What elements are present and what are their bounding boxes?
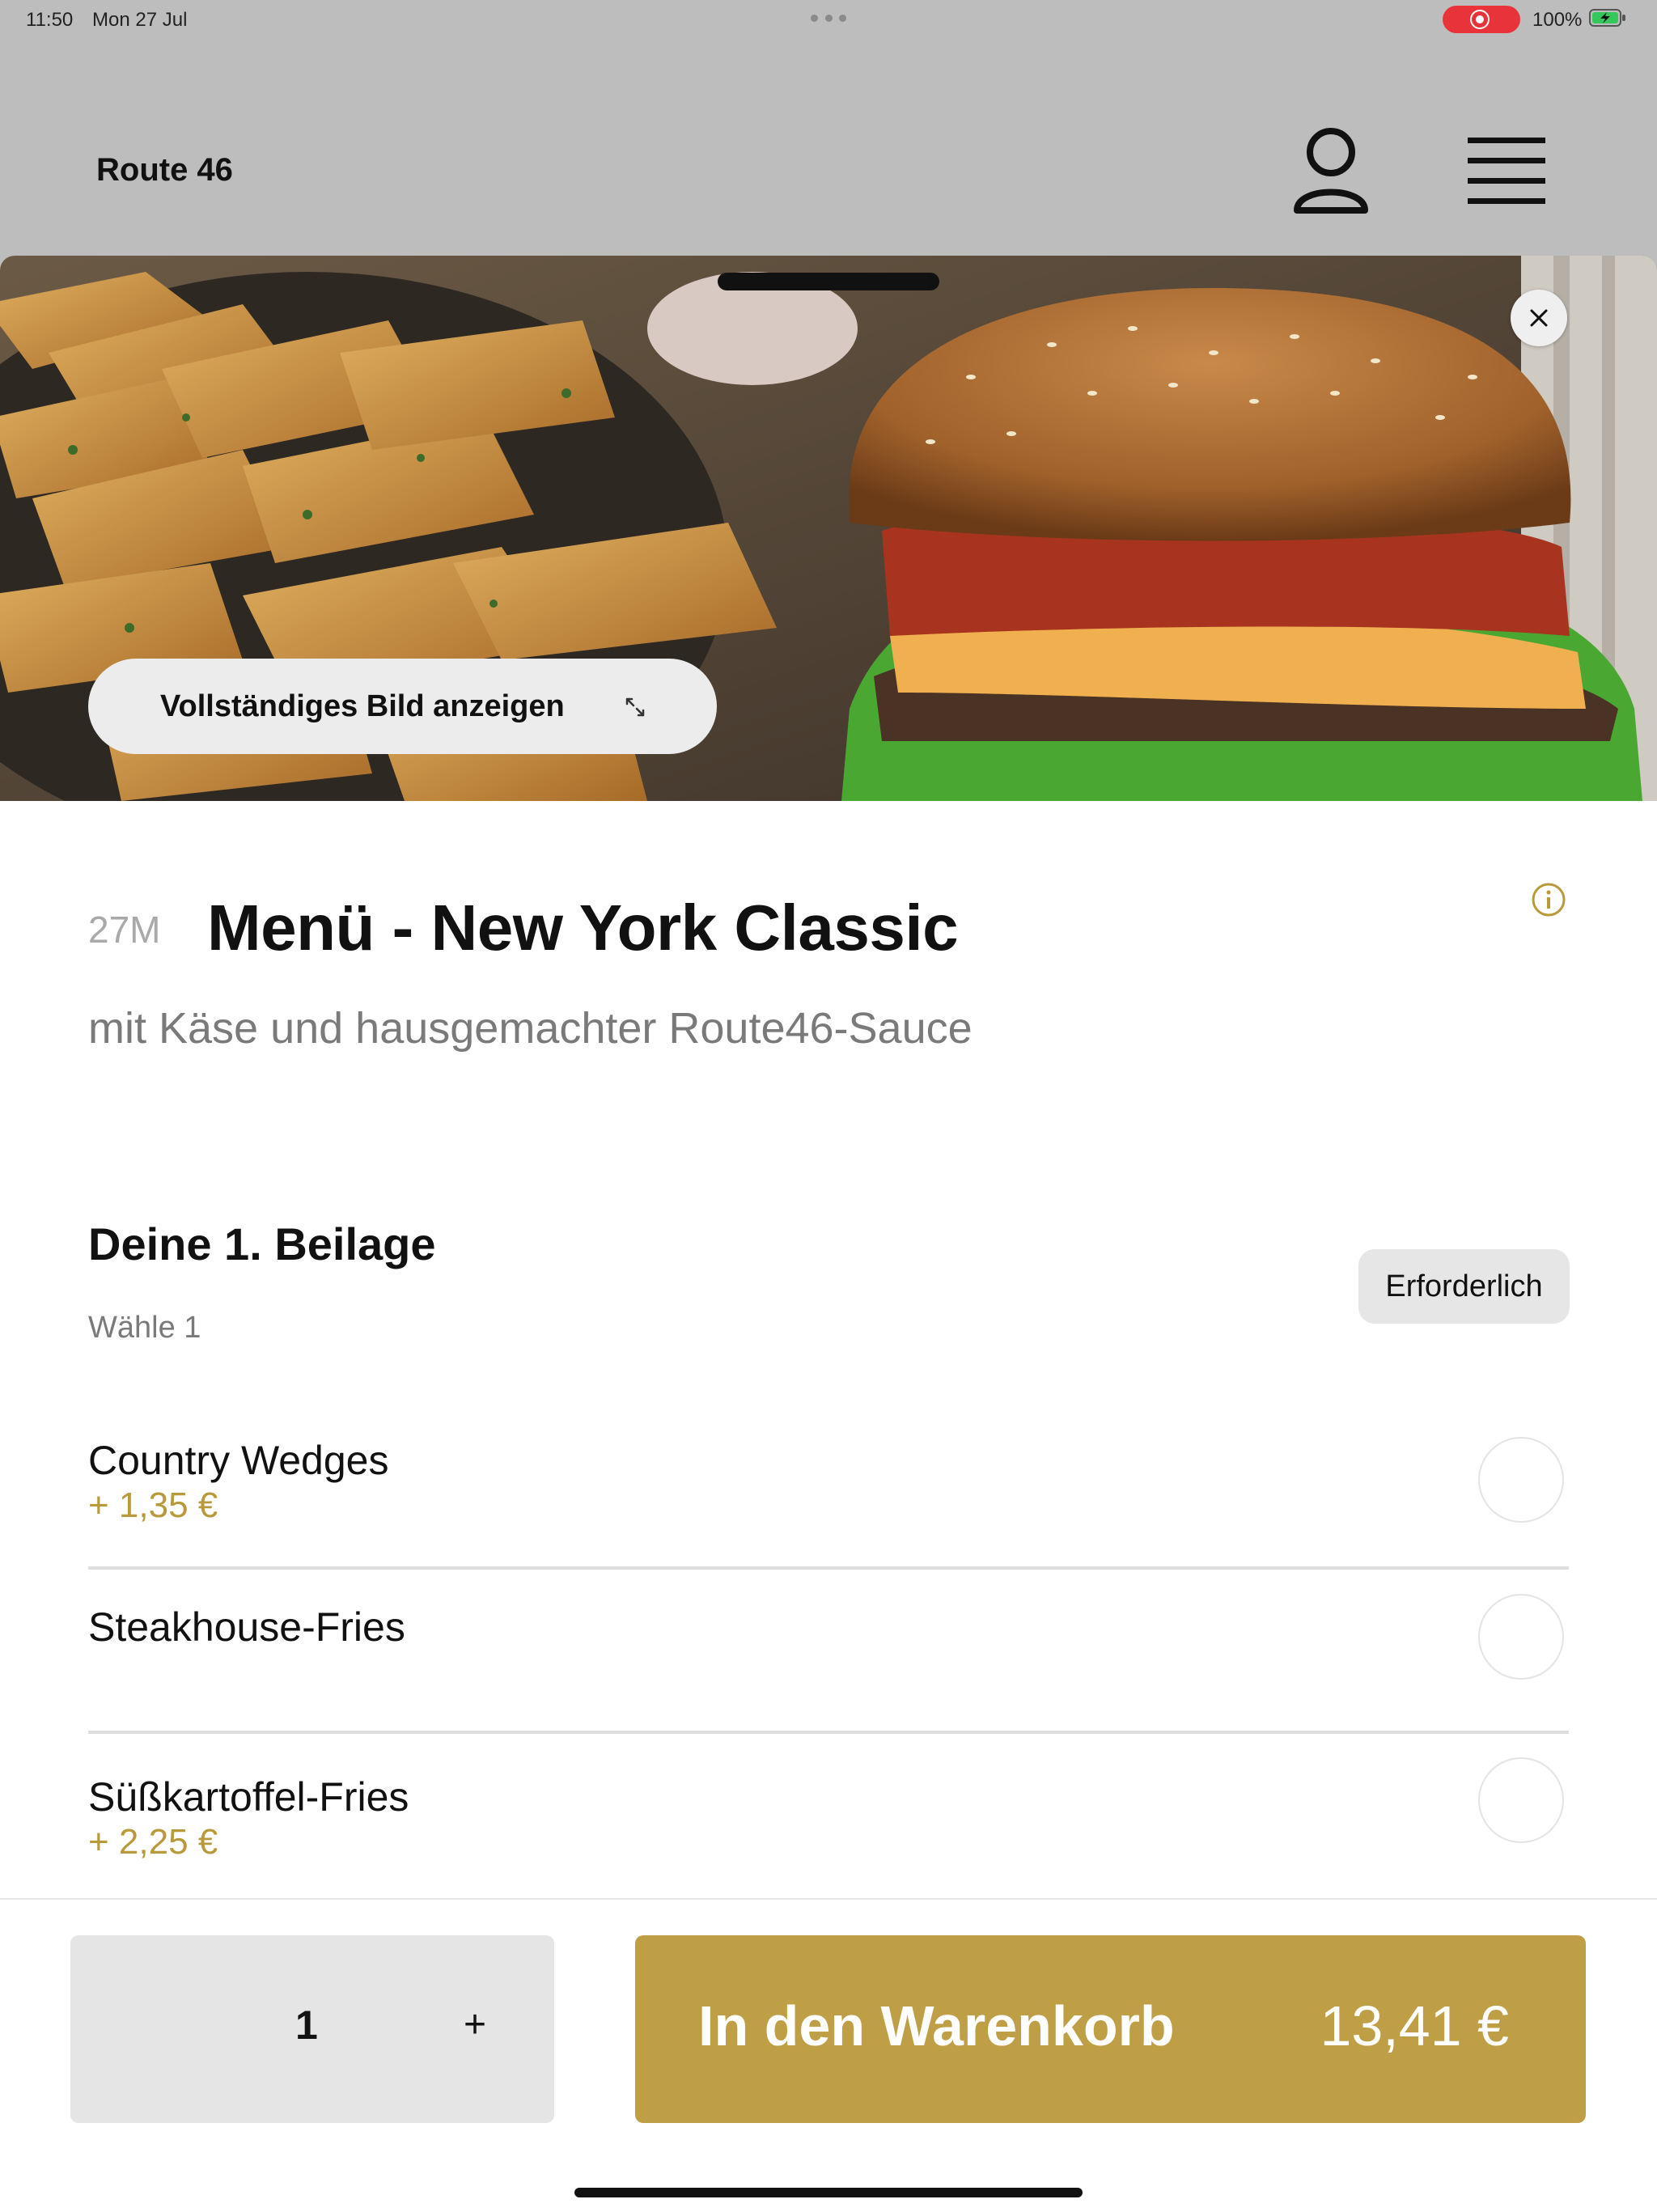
section-subtitle: Wähle 1: [88, 1311, 201, 1345]
quantity-stepper[interactable]: 1 +: [70, 1935, 554, 2123]
status-bar: 11:50 Mon 27 Jul 100%: [0, 0, 1657, 39]
option-price: + 2,25 €: [88, 1822, 218, 1862]
divider: [88, 1731, 1569, 1734]
option-row[interactable]: Steakhouse-Fries: [88, 1594, 1569, 1701]
multitasking-dots-icon[interactable]: [811, 15, 846, 23]
item-description: mit Käse und hausgemachter Route46-Sauce: [88, 1004, 973, 1053]
person-icon[interactable]: [1290, 123, 1371, 218]
option-radio[interactable]: [1478, 1437, 1564, 1523]
section-title: Deine 1. Beilage: [88, 1218, 436, 1269]
quantity-value: 1: [295, 2002, 318, 2048]
hamburger-menu-icon[interactable]: [1466, 136, 1547, 206]
option-name: Country Wedges: [88, 1438, 389, 1483]
battery-icon: [1589, 9, 1625, 27]
battery-percentage: 100%: [1532, 9, 1583, 31]
home-indicator[interactable]: [574, 2188, 1083, 2197]
option-name: Steakhouse-Fries: [88, 1604, 405, 1650]
required-badge: Erforderlich: [1358, 1249, 1570, 1324]
expand-icon: [625, 697, 645, 717]
close-icon: [1530, 309, 1548, 327]
product-image: Vollständiges Bild anzeigen: [0, 256, 1657, 801]
cart-total-price: 13,41 €: [1320, 1994, 1509, 2057]
option-row[interactable]: Country Wedges + 1,35 €: [88, 1437, 1569, 1558]
option-price: + 1,35 €: [88, 1485, 218, 1525]
show-full-image-button[interactable]: Vollständiges Bild anzeigen: [88, 659, 717, 754]
status-date: Mon 27 Jul: [92, 9, 188, 31]
sheet-grab-handle[interactable]: [718, 273, 939, 290]
close-button[interactable]: [1511, 290, 1567, 346]
add-to-cart-label: In den Warenkorb: [698, 1994, 1175, 2057]
increment-button[interactable]: +: [443, 1992, 507, 2057]
status-time: 11:50: [26, 9, 74, 31]
item-code: 27M: [88, 909, 161, 951]
screen-recording-icon[interactable]: [1443, 6, 1520, 33]
option-radio[interactable]: [1478, 1594, 1564, 1680]
divider: [88, 1566, 1569, 1570]
show-full-image-label: Vollständiges Bild anzeigen: [160, 689, 565, 723]
option-row[interactable]: Süßkartoffel-Fries + 2,25 €: [88, 1757, 1569, 1887]
app-title: Route 46: [96, 152, 233, 188]
option-radio[interactable]: [1478, 1757, 1564, 1843]
bottom-action-bar: 1 + In den Warenkorb 13,41 €: [0, 1898, 1657, 2212]
option-name: Süßkartoffel-Fries: [88, 1774, 409, 1820]
info-icon[interactable]: [1531, 882, 1566, 917]
add-to-cart-button[interactable]: In den Warenkorb 13,41 €: [635, 1935, 1586, 2123]
item-title: Menü - New York Classic: [207, 892, 959, 964]
